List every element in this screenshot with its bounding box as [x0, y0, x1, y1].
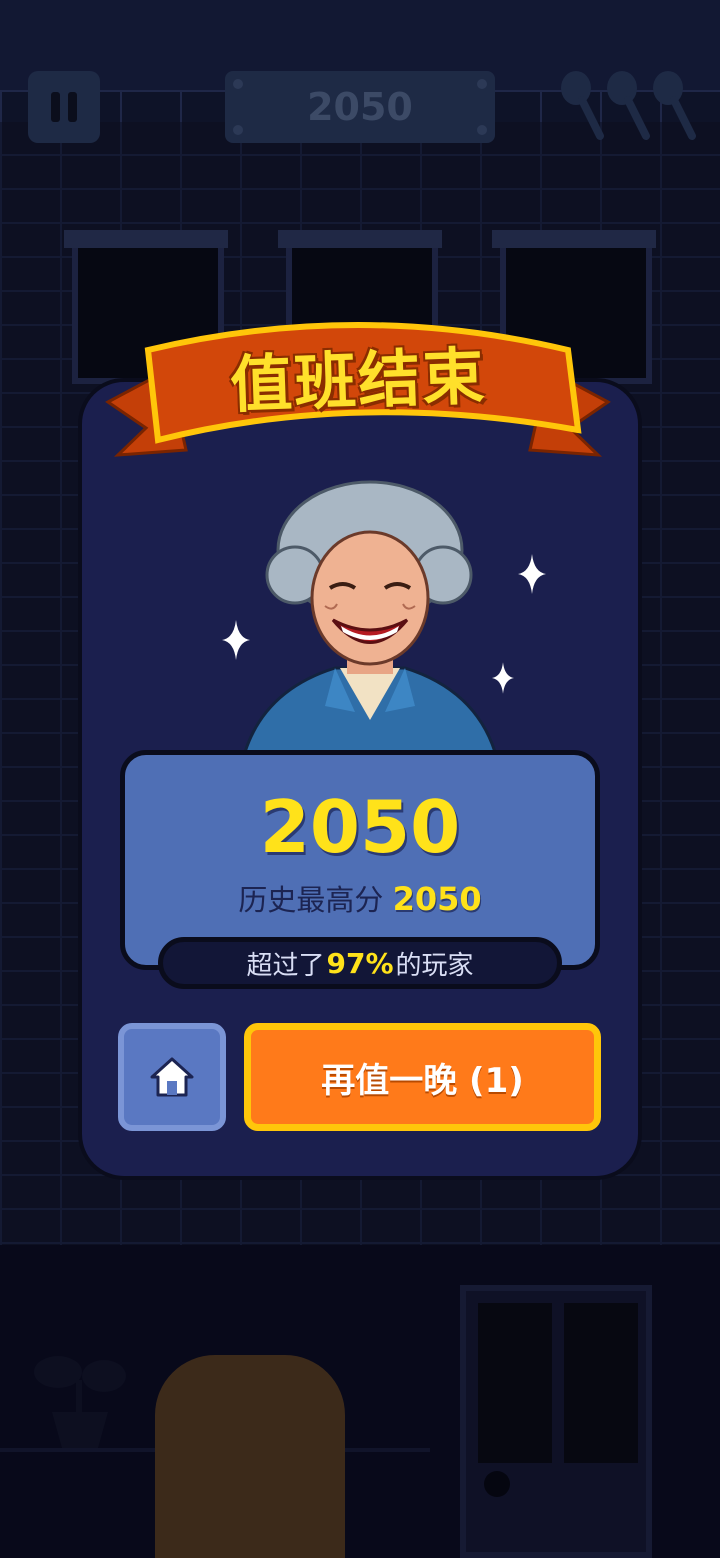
- granny-portrait: [243, 480, 497, 752]
- lives-indicator: [561, 71, 696, 140]
- pause-icon: [51, 92, 60, 122]
- window-awning: [492, 230, 656, 248]
- spoon-icon: [607, 71, 650, 140]
- door: [460, 1285, 652, 1558]
- best-score-line: 历史最高分 2050: [125, 877, 595, 919]
- screw: [233, 79, 243, 89]
- rank-suffix: 的玩家: [395, 950, 474, 981]
- hud-score: 2050: [307, 85, 413, 129]
- door-knob: [484, 1471, 510, 1497]
- best-score-label: 历史最高分: [238, 883, 384, 917]
- best-score-value: 2050: [392, 880, 482, 918]
- sparkle-icon: [518, 554, 546, 594]
- home-icon: [150, 1057, 194, 1097]
- home-button[interactable]: [118, 1023, 226, 1131]
- rank-percent: 97%: [326, 946, 394, 980]
- final-score: 2050: [259, 785, 461, 869]
- dialog-title: 值班结束: [228, 339, 488, 422]
- rank-badge: 超过了 97% 的玩家: [158, 937, 562, 989]
- door-panel: [564, 1303, 638, 1463]
- window-awning: [64, 230, 228, 248]
- hud-score-plate: 2050: [225, 71, 495, 143]
- screw: [233, 125, 243, 135]
- rank-prefix: 超过了: [246, 950, 325, 981]
- chair-back: [155, 1355, 345, 1558]
- sparkle-icon: [222, 620, 250, 660]
- screw: [477, 125, 487, 135]
- spoon-icon: [653, 71, 696, 140]
- door-panel: [478, 1303, 552, 1463]
- play-again-button[interactable]: 再值一晚 (1): [244, 1023, 601, 1131]
- screw: [477, 79, 487, 89]
- play-again-label: 再值一晚 (1): [321, 1060, 524, 1101]
- pause-button[interactable]: [28, 71, 100, 143]
- pause-icon-bar: [68, 92, 77, 122]
- spoon-icon: [561, 71, 604, 140]
- sparkle-icon: [492, 662, 514, 694]
- window-awning: [278, 230, 442, 248]
- plant-icon: [34, 1356, 126, 1448]
